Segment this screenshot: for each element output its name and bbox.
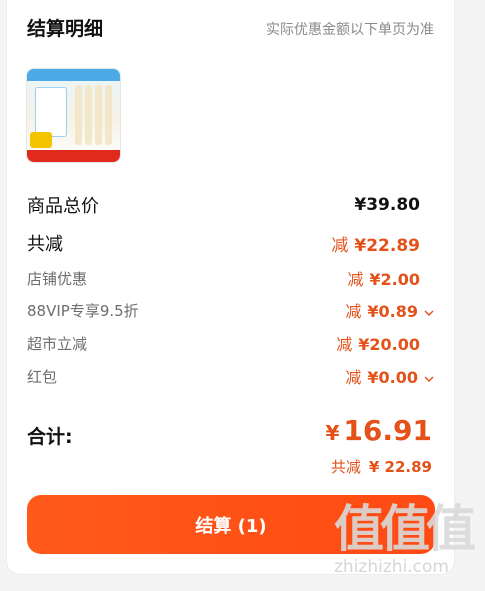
discount-label: 店铺优惠 — [27, 269, 88, 288]
discount-row-red-packet[interactable]: 红包 减 ¥0.00 — [27, 364, 434, 388]
package-badge — [30, 132, 52, 148]
discount-value: 减 ¥20.00 — [336, 331, 420, 355]
package-top-strip — [27, 69, 120, 81]
package-bottom-tag — [27, 150, 120, 162]
discount-total-row: 共减 减 ¥22.89 — [27, 230, 420, 256]
noodle-strand — [85, 85, 92, 145]
chevron-down-icon[interactable] — [424, 374, 434, 384]
saved-prefix: 共减 — [330, 458, 361, 476]
total-amount: 16.91 — [343, 414, 432, 447]
discount-row-supermarket: 超市立减 减 ¥20.00 — [27, 331, 420, 355]
checkout-detail-panel: 结算明细 实际优惠金额以下单页为准 商品总价 ¥39.80 共减 减 ¥22.89… — [6, 0, 455, 575]
discount-label: 超市立减 — [27, 334, 88, 353]
discount-row-88vip[interactable]: 88VIP专享9.5折 减 ¥0.89 — [27, 298, 434, 322]
subtotal-label: 商品总价 — [27, 196, 99, 217]
discount-amount: ¥0.89 — [367, 302, 418, 321]
discount-value: 减 ¥0.89 — [345, 298, 434, 322]
discount-value: 减 ¥2.00 — [347, 266, 420, 290]
noodle-strand — [95, 85, 102, 145]
chevron-down-icon[interactable] — [424, 308, 434, 318]
currency-symbol: ¥ — [325, 421, 340, 445]
discount-prefix: 减 — [345, 368, 362, 387]
total-value: ¥16.91 — [326, 414, 433, 447]
saved-summary: 共减 ¥ 22.89 — [331, 456, 432, 477]
watermark-logo: 值值值 — [334, 500, 476, 558]
noodle-strand — [75, 85, 82, 145]
subtotal-value: ¥39.80 — [354, 195, 420, 215]
package-bag — [35, 87, 67, 137]
noodle-strand — [105, 85, 112, 145]
discount-label: 88VIP专享9.5折 — [27, 301, 139, 320]
discount-prefix: 减 — [345, 302, 362, 321]
discount-value: 减 ¥0.00 — [345, 364, 434, 388]
discount-amount: ¥2.00 — [369, 270, 420, 289]
discount-row-shop: 店铺优惠 减 ¥2.00 — [27, 266, 420, 290]
discount-total-label: 共减 — [27, 234, 63, 255]
total-label: 合计: — [27, 426, 73, 448]
discount-total-value: 减 ¥22.89 — [331, 231, 420, 256]
discount-amount: ¥0.00 — [367, 368, 418, 387]
discount-prefix: 减 — [336, 335, 353, 354]
discount-amount: ¥20.00 — [358, 335, 420, 354]
discount-amount: ¥22.89 — [354, 235, 420, 256]
saved-amount: ¥ 22.89 — [368, 458, 432, 476]
noodle-product-icon[interactable] — [26, 68, 121, 163]
watermark-url: zhizhizhi.com — [334, 557, 449, 577]
discount-label: 红包 — [27, 367, 58, 386]
subtotal-row: 商品总价 ¥39.80 — [27, 192, 420, 218]
panel-title: 结算明细 — [27, 18, 104, 40]
discount-prefix: 减 — [331, 235, 349, 256]
site-watermark: 值值值 zhizhizhi.com — [334, 502, 479, 588]
discount-note: 实际优惠金额以下单页为准 — [266, 22, 434, 38]
discount-prefix: 减 — [347, 270, 364, 289]
